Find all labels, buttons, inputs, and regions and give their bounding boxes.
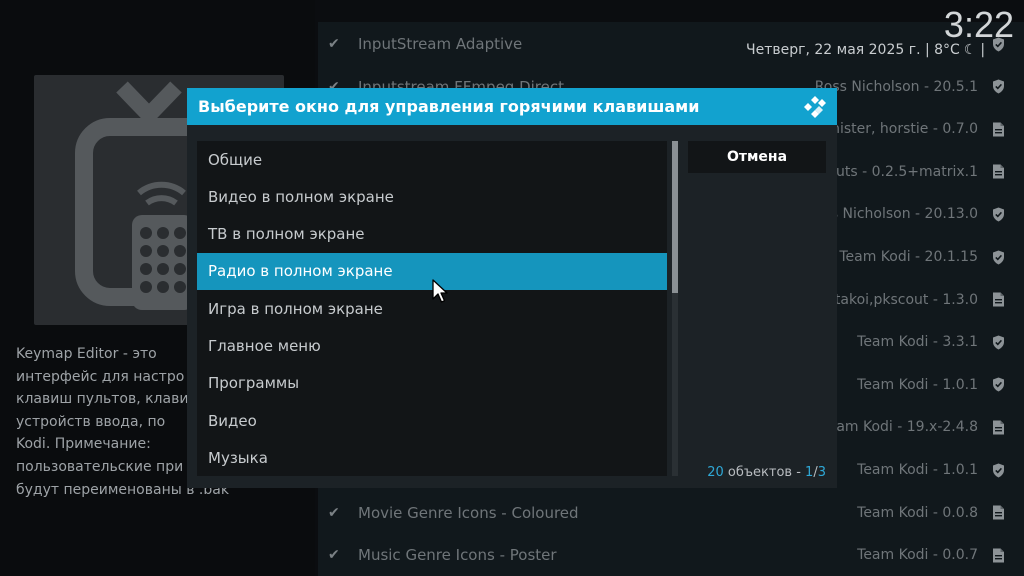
clock: 3:22 xyxy=(943,4,1014,45)
item-count-label: объектов - xyxy=(723,465,806,480)
document-icon xyxy=(990,292,1006,307)
window-option-label: Программы xyxy=(208,374,300,393)
addon-author-version: Team Kodi - 3.3.1 xyxy=(857,334,978,351)
dialog-title: Выберите окно для управления горячими кл… xyxy=(198,97,700,116)
shield-icon xyxy=(990,463,1006,478)
addon-name: Music Genre Icons - Poster xyxy=(358,546,557,565)
date-weather-line: Четверг, 22 мая 2025 г. | 8°C ☾ | xyxy=(746,42,985,58)
addon-author-version: Team Kodi - 0.0.7 xyxy=(857,547,978,564)
document-icon xyxy=(990,420,1006,435)
addon-author-version: Team Kodi - 0.0.8 xyxy=(857,504,978,521)
addon-author-version: Team Kodi - 20.1.15 xyxy=(839,249,978,265)
window-option-item[interactable]: Общие xyxy=(197,141,667,178)
window-option-item[interactable]: Музыка xyxy=(197,439,667,476)
window-option-label: Главное меню xyxy=(208,337,321,355)
window-option-label: Радио в полном экране xyxy=(208,262,393,281)
window-option-label: Игра в полном экране xyxy=(208,299,383,318)
window-option-label: Общие xyxy=(208,150,263,169)
addon-author-version: Ross Nicholson - 20.5.1 xyxy=(814,78,978,95)
window-option-item[interactable]: Главное меню xyxy=(197,328,667,365)
addon-list-row[interactable]: ✔ Music Genre Icons - Poster Team Kodi - 0… xyxy=(318,534,1024,576)
window-option-label: Видео xyxy=(208,411,257,430)
check-icon: ✔ xyxy=(328,504,340,521)
item-count-total: 20 xyxy=(707,465,724,480)
item-count: 20 объектов - 1/3 xyxy=(707,465,826,480)
addon-name: Movie Genre Icons - Coloured xyxy=(358,503,579,522)
shield-icon xyxy=(990,207,1006,222)
addon-list-row[interactable]: ✔ Movie Genre Icons - Coloured Team Kodi -… xyxy=(318,492,1024,534)
moon-icon: ☾ xyxy=(963,42,977,58)
addon-author-version: takoi,pkscout - 1.3.0 xyxy=(834,291,978,308)
date-separator: | xyxy=(980,42,986,58)
window-option-item[interactable]: ТВ в полном экране xyxy=(197,216,667,253)
check-icon: ✔ xyxy=(328,36,340,52)
page-total: 3 xyxy=(817,465,826,480)
window-options-list[interactable]: Общие Видео в полном экране ТВ в полном эк… xyxy=(197,141,667,476)
dialog-header: Выберите окно для управления горячими кл… xyxy=(187,88,837,125)
document-icon xyxy=(990,122,1006,137)
cancel-button[interactable]: Отмена xyxy=(688,141,826,173)
check-icon: ✔ xyxy=(328,547,340,564)
document-icon xyxy=(990,548,1006,563)
window-option-label: Видео в полном экране xyxy=(208,187,394,206)
mouse-cursor-icon xyxy=(432,279,448,303)
window-option-label: ТВ в полном экране xyxy=(208,225,365,244)
addon-author-version: Team Kodi - 1.0.1 xyxy=(857,462,978,478)
shield-icon xyxy=(990,377,1006,392)
shield-icon xyxy=(990,335,1006,350)
dialog-scrollbar[interactable] xyxy=(672,141,678,476)
window-option-label: Музыка xyxy=(208,448,268,467)
kodi-logo-icon xyxy=(804,96,826,118)
window-option-item[interactable]: Видео xyxy=(197,402,667,439)
shield-icon xyxy=(990,79,1006,94)
shield-icon xyxy=(990,250,1006,265)
addon-author-version: minister, horstie - 0.7.0 xyxy=(813,121,978,138)
document-icon xyxy=(990,164,1006,179)
addon-author-version: Team Kodi - 1.0.1 xyxy=(857,376,978,393)
date-text: Четверг, 22 мая 2025 г. | 8°C xyxy=(746,42,960,58)
window-option-item[interactable]: Видео в полном экране xyxy=(197,178,667,215)
scroll-thumb[interactable] xyxy=(672,141,678,293)
document-icon xyxy=(990,505,1006,520)
window-option-item[interactable]: Программы xyxy=(197,365,667,402)
